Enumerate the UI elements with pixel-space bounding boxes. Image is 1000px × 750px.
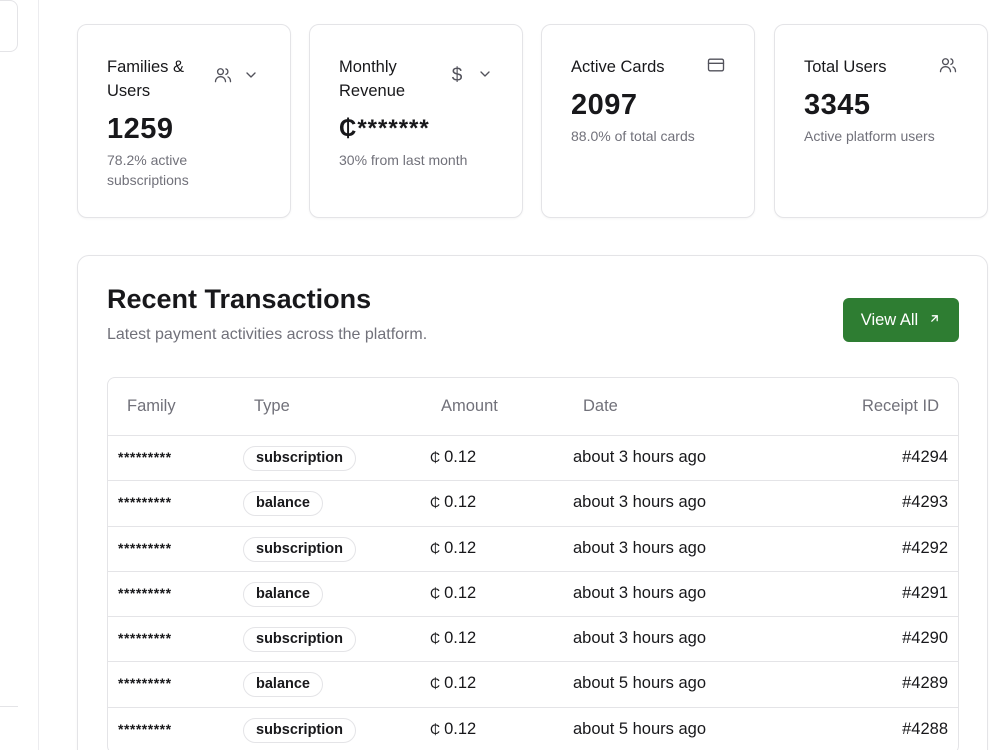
receipt-id-cell: #4291 [902, 583, 948, 602]
date-cell: about 3 hours ago [573, 448, 707, 466]
type-badge: subscription [243, 536, 357, 562]
date-cell: about 3 hours ago [573, 583, 707, 602]
cedi-icon: ₵ [430, 584, 441, 601]
receipt-id-cell: #4293 [902, 493, 948, 512]
type-badge: balance [243, 491, 323, 517]
amount-value: 0.12 [444, 538, 477, 557]
panel-description: Latest payment activities across the pla… [107, 326, 428, 343]
family-cell: ********* [118, 539, 172, 556]
stat-card-title: Monthly Revenue [339, 58, 406, 100]
table-row[interactable]: ********* balance ₵ 0.12 about 3 hours ag… [108, 481, 958, 527]
stat-card-subtitle: Active platform users [804, 128, 935, 144]
column-header-date[interactable]: Date [583, 397, 618, 416]
date-cell: about 5 hours ago [573, 719, 707, 738]
column-header-type[interactable]: Type [254, 397, 290, 416]
family-cell: ********* [118, 675, 172, 692]
table-row[interactable]: ********* subscription ₵ 0.12 about 3 hou… [108, 436, 958, 482]
family-cell: ********* [118, 584, 172, 601]
arrow-up-right-icon [928, 311, 941, 330]
panel-title: Recent Transactions [107, 284, 372, 314]
stat-card-subtitle: 88.0% of total cards [571, 128, 695, 144]
stat-card-monthly-revenue: Monthly Revenue $ ₵******* 30% from last… [309, 24, 523, 218]
stat-card-families-users: Families & Users 1259 78.2% active subsc… [77, 24, 291, 218]
amount-value: 0.12 [444, 493, 477, 512]
stat-card-title: Families & Users [107, 58, 185, 100]
date-cell: about 3 hours ago [573, 538, 707, 557]
cedi-icon: ₵ [430, 539, 441, 556]
cedi-icon: ₵ [430, 449, 441, 465]
amount-value: 0.12 [444, 583, 477, 602]
sidebar-menu-box[interactable] [0, 0, 18, 52]
cedi-icon: ₵ [430, 630, 441, 647]
amount-cell: ₵ 0.12 [430, 493, 476, 512]
type-badge: subscription [243, 627, 357, 653]
users-icon [938, 55, 958, 80]
amount-value: 0.12 [444, 719, 477, 738]
sidebar [0, 0, 39, 750]
receipt-id-cell: #4294 [902, 448, 948, 466]
stat-card-value: 2097 [571, 89, 638, 121]
table-header: Family Type Amount Date Receipt ID [108, 378, 958, 436]
dollar-icon: $ [451, 65, 463, 86]
cedi-icon: ₵ [430, 720, 441, 737]
users-icon [213, 65, 233, 90]
table-row[interactable]: ********* subscription ₵ 0.12 about 5 hou… [108, 708, 958, 750]
sidebar-divider [0, 706, 18, 707]
stat-card-total-users: Total Users 3345 Active platform users [774, 24, 988, 218]
chevron-down-icon[interactable] [477, 66, 493, 87]
amount-value: 0.12 [444, 448, 477, 466]
type-badge: balance [243, 581, 323, 607]
amount-cell: ₵ 0.12 [430, 720, 476, 739]
amount-cell: ₵ 0.12 [430, 448, 476, 467]
receipt-id-cell: #4288 [902, 719, 948, 738]
stat-card-active-cards: Active Cards 2097 88.0% of total cards [541, 24, 755, 218]
recent-transactions-panel: Recent Transactions Latest payment activ… [77, 255, 988, 750]
receipt-id-cell: #4292 [902, 538, 948, 557]
receipt-id-cell: #4290 [902, 629, 948, 648]
amount-cell: ₵ 0.12 [430, 629, 476, 648]
stat-card-value: ₵******* [339, 115, 430, 142]
date-cell: about 3 hours ago [573, 629, 707, 648]
column-header-receipt-id[interactable]: Receipt ID [862, 397, 939, 416]
amount-cell: ₵ 0.12 [430, 584, 476, 603]
credit-card-icon [706, 55, 726, 80]
family-cell: ********* [118, 494, 172, 511]
stat-card-title: Total Users [804, 58, 887, 76]
cedi-icon: ₵ [430, 675, 441, 692]
column-header-amount[interactable]: Amount [441, 397, 498, 416]
stat-card-value: 1259 [107, 113, 174, 145]
type-badge: subscription [243, 446, 357, 471]
chevron-down-icon[interactable] [243, 67, 259, 88]
amount-cell: ₵ 0.12 [430, 674, 476, 693]
cedi-icon: ₵ [430, 494, 441, 511]
amount-value: 0.12 [444, 629, 477, 648]
table-row[interactable]: ********* balance ₵ 0.12 about 5 hours ag… [108, 662, 958, 708]
stat-card-subtitle: 30% from last month [339, 152, 468, 168]
table-row[interactable]: ********* subscription ₵ 0.12 about 3 hou… [108, 527, 958, 572]
view-all-label: View All [860, 310, 919, 329]
stat-card-subtitle: 78.2% active subscriptions [107, 152, 189, 188]
table-row[interactable]: ********* subscription ₵ 0.12 about 3 hou… [108, 617, 958, 663]
type-badge: subscription [243, 717, 357, 743]
date-cell: about 3 hours ago [573, 493, 707, 512]
date-cell: about 5 hours ago [573, 674, 707, 693]
type-badge: balance [243, 672, 323, 698]
stat-card-value: 3345 [804, 89, 871, 121]
family-cell: ********* [118, 720, 172, 737]
column-header-family[interactable]: Family [127, 397, 176, 416]
stat-card-title: Active Cards [571, 58, 665, 76]
transactions-table: Family Type Amount Date Receipt ID *****… [107, 377, 959, 750]
amount-cell: ₵ 0.12 [430, 539, 476, 558]
table-row[interactable]: ********* balance ₵ 0.12 about 3 hours ag… [108, 572, 958, 618]
family-cell: ********* [118, 630, 172, 647]
receipt-id-cell: #4289 [902, 674, 948, 693]
view-all-button[interactable]: View All [843, 298, 959, 342]
family-cell: ********* [118, 449, 172, 465]
amount-value: 0.12 [444, 674, 477, 693]
